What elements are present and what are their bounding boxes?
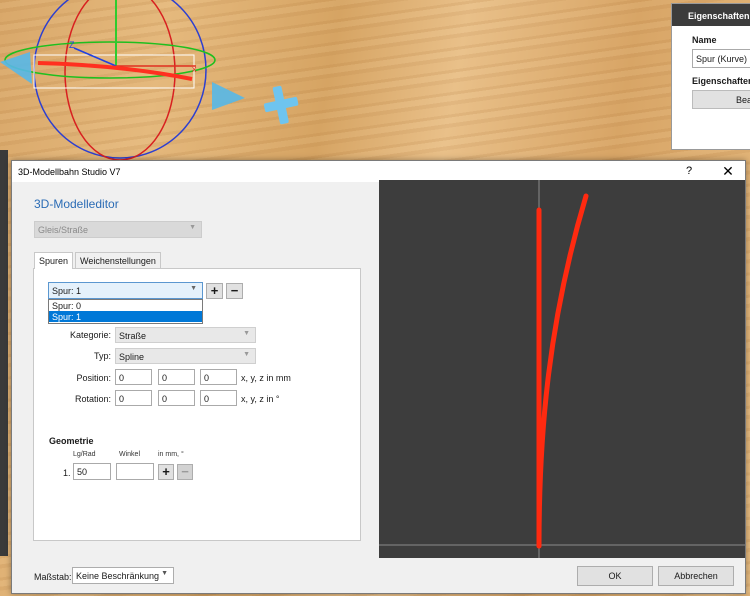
position-x-input[interactable]: 0 bbox=[115, 369, 152, 385]
category-label: Kategorie: bbox=[69, 330, 111, 340]
position-unit-label: x, y, z in mm bbox=[241, 373, 291, 383]
geometry-angle-input[interactable] bbox=[116, 463, 154, 480]
move-arrow-right[interactable] bbox=[212, 82, 245, 110]
tab-switch-settings[interactable]: Weichenstellungen bbox=[75, 252, 161, 268]
ok-button[interactable]: OK bbox=[577, 566, 653, 586]
axis-x-label: x bbox=[192, 64, 197, 74]
preview-viewport[interactable] bbox=[379, 180, 745, 558]
track-1-curve bbox=[536, 193, 589, 549]
add-track-button[interactable]: + bbox=[206, 283, 223, 299]
rotation-unit-label: x, y, z in ° bbox=[241, 394, 280, 404]
tab-tracks[interactable]: Spuren bbox=[34, 252, 74, 269]
close-button[interactable]: ✕ bbox=[715, 162, 741, 181]
geometry-title: Geometrie bbox=[49, 436, 94, 446]
move-plus-icon[interactable] bbox=[263, 85, 299, 125]
properties-label: Eigenschaften bbox=[692, 76, 750, 86]
rotation-z-input[interactable]: 0 bbox=[200, 390, 237, 406]
help-button[interactable]: ? bbox=[686, 165, 692, 177]
edit-button[interactable]: Bea bbox=[692, 90, 750, 109]
chevron-down-icon: ▼ bbox=[190, 285, 197, 292]
properties-header: Eigenschaften bbox=[672, 4, 750, 26]
rotation-x-input[interactable]: 0 bbox=[115, 390, 152, 406]
rotation-label: Rotation: bbox=[74, 394, 111, 404]
scale-label: Maßstab: bbox=[34, 572, 72, 582]
position-label: Position: bbox=[76, 373, 111, 383]
cancel-button[interactable]: Abbrechen bbox=[658, 566, 734, 586]
geometry-add-button[interactable]: + bbox=[158, 464, 174, 480]
scale-combo[interactable]: Keine Beschränkung ▼ bbox=[72, 567, 174, 584]
chevron-down-icon: ▼ bbox=[161, 570, 168, 577]
selection-box bbox=[33, 54, 195, 89]
model-editor-dialog: 3D-Modellbahn Studio V7 ? ✕ 3D-Modelledi… bbox=[11, 160, 746, 594]
geometry-length-input[interactable]: 50 bbox=[73, 463, 111, 480]
track-option-1[interactable]: Spur: 1 bbox=[49, 311, 202, 322]
name-input[interactable]: Spur (Kurve) bbox=[692, 49, 750, 68]
type-label: Typ: bbox=[93, 351, 111, 361]
geometry-col-units: in mm, ° bbox=[158, 451, 184, 458]
track-option-0[interactable]: Spur: 0 bbox=[49, 300, 202, 311]
rotation-ring-green[interactable] bbox=[4, 41, 216, 79]
scene-gizmo[interactable]: Z x bbox=[0, 0, 750, 170]
editor-heading: 3D-Modelleditor bbox=[34, 197, 119, 211]
name-label: Name bbox=[692, 35, 717, 45]
rotation-ring-red[interactable] bbox=[64, 0, 176, 161]
left-toolbar-strip bbox=[0, 150, 8, 556]
track-dropdown-list: Spur: 0 Spur: 1 bbox=[48, 299, 203, 324]
properties-panel: Eigenschaften Name Spur (Kurve) Eigensch… bbox=[671, 3, 750, 150]
track-select[interactable]: Spur: 1 ▼ bbox=[48, 282, 203, 299]
axis-z-label: Z bbox=[69, 40, 75, 50]
scale-value: Keine Beschränkung bbox=[76, 571, 160, 581]
model-type-combo: Gleis/Straße ▼ bbox=[34, 221, 202, 238]
dialog-titlebar[interactable]: 3D-Modellbahn Studio V7 ? ✕ bbox=[12, 161, 745, 182]
move-arrow-left[interactable] bbox=[0, 52, 32, 84]
chevron-down-icon: ▼ bbox=[243, 351, 250, 358]
type-value: Spline bbox=[119, 352, 145, 362]
geometry-col-length: Lg/Rad bbox=[73, 451, 96, 458]
chevron-down-icon: ▼ bbox=[243, 330, 250, 337]
rotation-y-input[interactable]: 0 bbox=[158, 390, 195, 406]
dialog-bottom-bar: Maßstab: Keine Beschränkung ▼ OK Abbrech… bbox=[12, 558, 745, 593]
track-select-value: Spur: 1 bbox=[52, 286, 82, 296]
dialog-title: 3D-Modellbahn Studio V7 bbox=[18, 167, 121, 177]
rotation-ring-blue[interactable] bbox=[33, 0, 207, 159]
geometry-remove-button[interactable]: − bbox=[177, 464, 193, 480]
position-z-input[interactable]: 0 bbox=[200, 369, 237, 385]
type-combo[interactable]: Spline ▼ bbox=[115, 348, 256, 364]
category-combo[interactable]: Straße ▼ bbox=[115, 327, 256, 343]
geometry-row-index: 1. bbox=[63, 468, 71, 478]
geometry-col-angle: Winkel bbox=[119, 451, 141, 458]
chevron-down-icon: ▼ bbox=[189, 224, 196, 231]
category-value: Straße bbox=[119, 331, 147, 341]
position-y-input[interactable]: 0 bbox=[158, 369, 195, 385]
remove-track-button[interactable]: − bbox=[226, 283, 243, 299]
model-type-value: Gleis/Straße bbox=[38, 225, 89, 235]
